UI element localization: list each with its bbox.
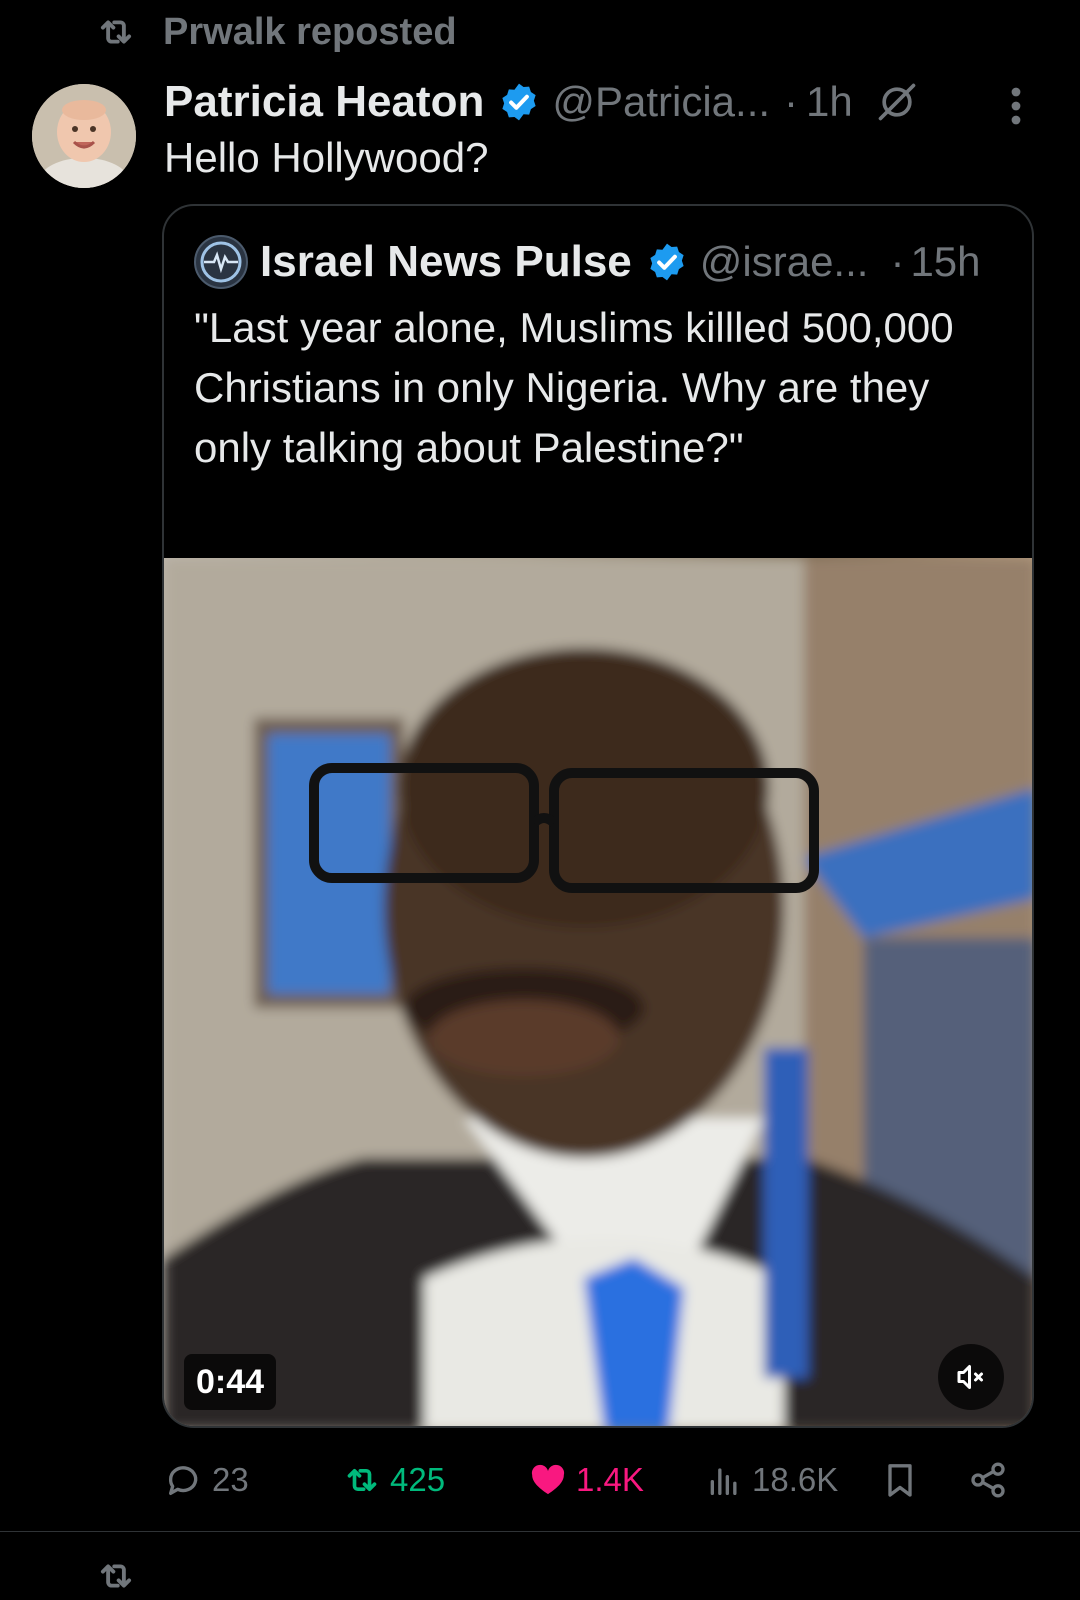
repost-banner[interactable]: Prwalk reposted bbox=[95, 8, 457, 56]
quoted-post-card[interactable]: Israel News Pulse @israe... · 15h "Last … bbox=[162, 204, 1034, 1428]
bookmark-button[interactable] bbox=[880, 1448, 920, 1512]
feed-divider bbox=[0, 1531, 1080, 1532]
like-count: 1.4K bbox=[576, 1461, 644, 1498]
action-bar: 23 425 1.4K 18.6K bbox=[164, 1448, 1044, 1512]
quoted-author-avatar[interactable] bbox=[194, 235, 248, 289]
quoted-post-header: Israel News Pulse @israe... · 15h bbox=[194, 232, 981, 292]
author-handle[interactable]: @Patricia... bbox=[552, 78, 770, 126]
like-button[interactable]: 1.4K bbox=[528, 1448, 644, 1512]
separator-dot: · bbox=[784, 78, 799, 125]
repost-icon bbox=[100, 1564, 132, 1588]
reply-icon bbox=[168, 1466, 198, 1495]
reply-button[interactable]: 23 bbox=[164, 1448, 249, 1512]
reply-count: 23 bbox=[212, 1461, 249, 1498]
view-count: 18.6K bbox=[752, 1461, 839, 1498]
mute-toggle-button[interactable] bbox=[938, 1344, 1004, 1410]
quoted-author-handle[interactable]: @israe... bbox=[700, 238, 869, 286]
quoted-author-name[interactable]: Israel News Pulse bbox=[260, 237, 632, 287]
share-icon bbox=[971, 1462, 1005, 1498]
author-avatar[interactable] bbox=[32, 84, 136, 188]
post-text: Hello Hollywood? bbox=[164, 134, 489, 181]
views-icon bbox=[710, 1468, 737, 1495]
video-player[interactable]: 0:44 bbox=[164, 558, 1032, 1426]
next-repost-banner bbox=[95, 1552, 137, 1600]
repost-icon bbox=[100, 20, 132, 44]
post-time[interactable]: 1h bbox=[806, 78, 853, 126]
share-button[interactable] bbox=[968, 1448, 1008, 1512]
volume-muted-icon bbox=[957, 1365, 983, 1389]
quoted-post-time[interactable]: 15h bbox=[910, 238, 980, 286]
video-frame bbox=[164, 558, 1032, 1426]
verified-badge-icon[interactable] bbox=[498, 81, 540, 123]
repost-button[interactable]: 425 bbox=[342, 1448, 445, 1512]
video-duration: 0:44 bbox=[184, 1354, 277, 1410]
repost-icon bbox=[347, 1469, 377, 1491]
muted-conversation-icon bbox=[878, 83, 916, 121]
separator-dot: · bbox=[890, 238, 905, 285]
bookmark-icon bbox=[888, 1464, 912, 1497]
like-icon bbox=[531, 1464, 565, 1495]
repost-label: Prwalk reposted bbox=[163, 10, 457, 53]
verified-badge-icon[interactable] bbox=[646, 241, 688, 283]
author-name[interactable]: Patricia Heaton bbox=[164, 77, 484, 127]
quoted-post-text: "Last year alone, Muslims killled 500,00… bbox=[194, 304, 954, 471]
views-button[interactable]: 18.6K bbox=[704, 1448, 838, 1512]
post-header: Patricia Heaton @Patricia... · 1h bbox=[164, 74, 919, 130]
repost-count: 425 bbox=[390, 1461, 446, 1498]
more-options-icon[interactable] bbox=[1004, 86, 1028, 126]
